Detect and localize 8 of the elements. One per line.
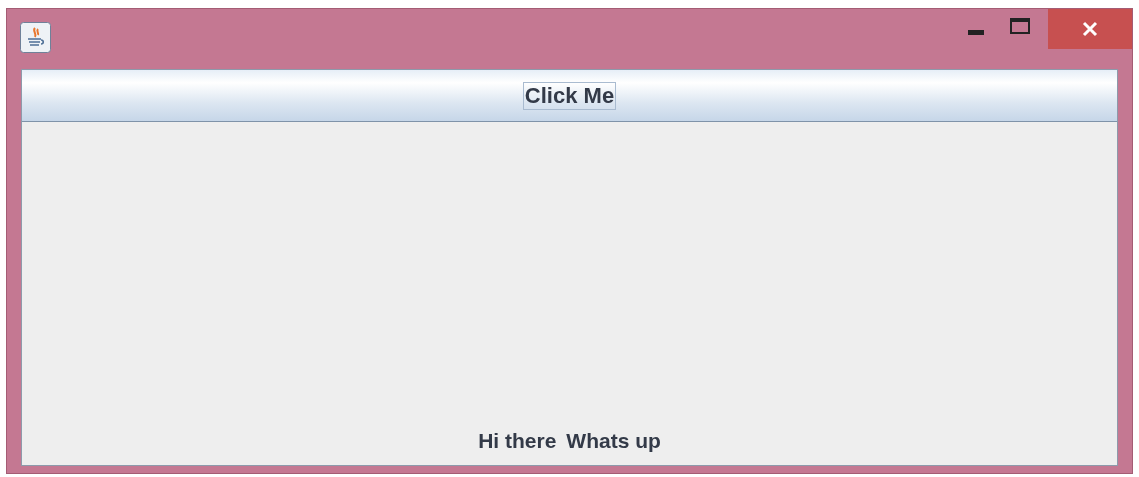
close-icon — [1082, 21, 1098, 37]
maximize-icon — [1010, 18, 1030, 34]
click-me-button[interactable]: Click Me — [22, 70, 1117, 122]
minimize-icon — [968, 29, 984, 35]
coffee-cup-icon — [20, 22, 51, 53]
close-button[interactable] — [1048, 9, 1132, 49]
text-label: Hi there — [478, 429, 557, 453]
text-label: Whats up — [566, 429, 661, 453]
